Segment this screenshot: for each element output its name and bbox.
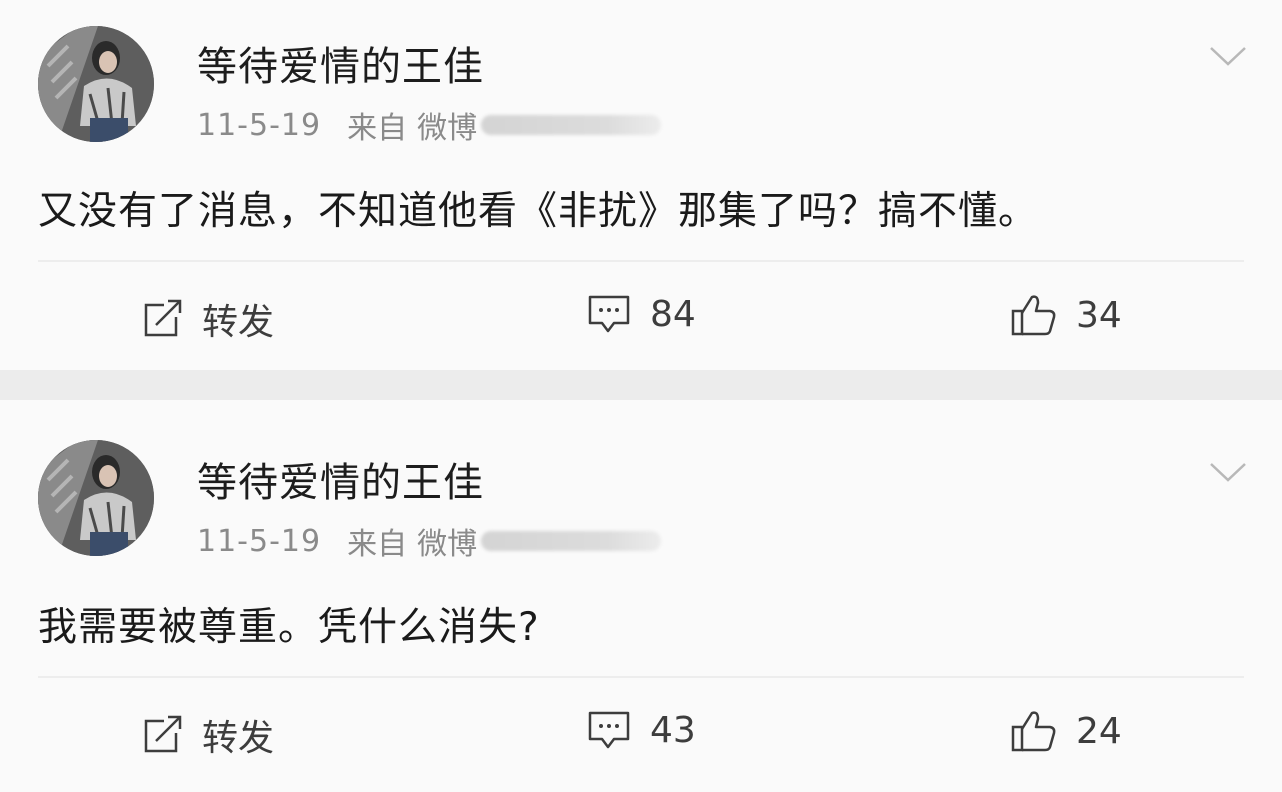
redacted-area — [481, 531, 662, 551]
avatar[interactable] — [38, 440, 154, 556]
username[interactable]: 等待爱情的王佳 — [197, 450, 484, 508]
post-source[interactable]: 微博 — [417, 103, 477, 147]
like-count: 24 — [1076, 710, 1122, 752]
like-button[interactable]: 34 — [1010, 293, 1122, 337]
post-meta: 11-5-19 来自 微博 — [197, 103, 662, 147]
repost-label: 转发 — [202, 302, 275, 343]
from-label: 来自 — [347, 111, 408, 146]
repost-button[interactable]: 转发 — [140, 293, 274, 345]
divider — [38, 676, 1244, 678]
post-card: 等待爱情的王佳 11-5-19 来自 微博 我需要被尊重。凭什么消失? 转发 4… — [0, 400, 1282, 792]
post-date: 11-5-19 — [197, 523, 322, 559]
post-source[interactable]: 微博 — [417, 519, 477, 563]
like-button[interactable]: 24 — [1010, 709, 1122, 753]
edit-share-icon — [144, 299, 182, 337]
post-date: 11-5-19 — [197, 107, 322, 143]
from-label: 来自 — [347, 527, 408, 562]
comment-bubble-icon — [588, 711, 630, 749]
comment-bubble-icon — [588, 295, 630, 333]
redacted-area — [481, 115, 662, 135]
post-text: 又没有了消息，不知道他看《非扰》那集了吗？搞不懂。 — [38, 189, 1039, 234]
divider — [38, 260, 1244, 262]
like-count: 34 — [1076, 294, 1122, 336]
repost-label: 转发 — [202, 718, 275, 759]
thumbs-up-icon — [1011, 295, 1056, 336]
thumbs-up-icon — [1011, 711, 1056, 752]
username[interactable]: 等待爱情的王佳 — [197, 34, 484, 92]
avatar-photo — [38, 440, 154, 556]
avatar-photo — [38, 26, 154, 142]
edit-share-icon — [144, 715, 182, 753]
comment-button[interactable]: 84 — [586, 293, 696, 335]
avatar[interactable] — [38, 26, 154, 142]
chevron-down-icon[interactable] — [1208, 460, 1248, 484]
chevron-down-icon[interactable] — [1208, 44, 1248, 68]
post-card: 等待爱情的王佳 11-5-19 来自 微博 又没有了消息，不知道他看《非扰》那集… — [0, 0, 1282, 370]
post-meta: 11-5-19 来自 微博 — [197, 519, 662, 563]
weibo-feed: 等待爱情的王佳 11-5-19 来自 微博 又没有了消息，不知道他看《非扰》那集… — [0, 0, 1282, 792]
repost-button[interactable]: 转发 — [140, 709, 274, 761]
comment-button[interactable]: 43 — [586, 709, 696, 751]
comment-count: 84 — [650, 293, 696, 335]
post-text: 我需要被尊重。凭什么消失? — [38, 605, 540, 650]
comment-count: 43 — [650, 709, 696, 751]
